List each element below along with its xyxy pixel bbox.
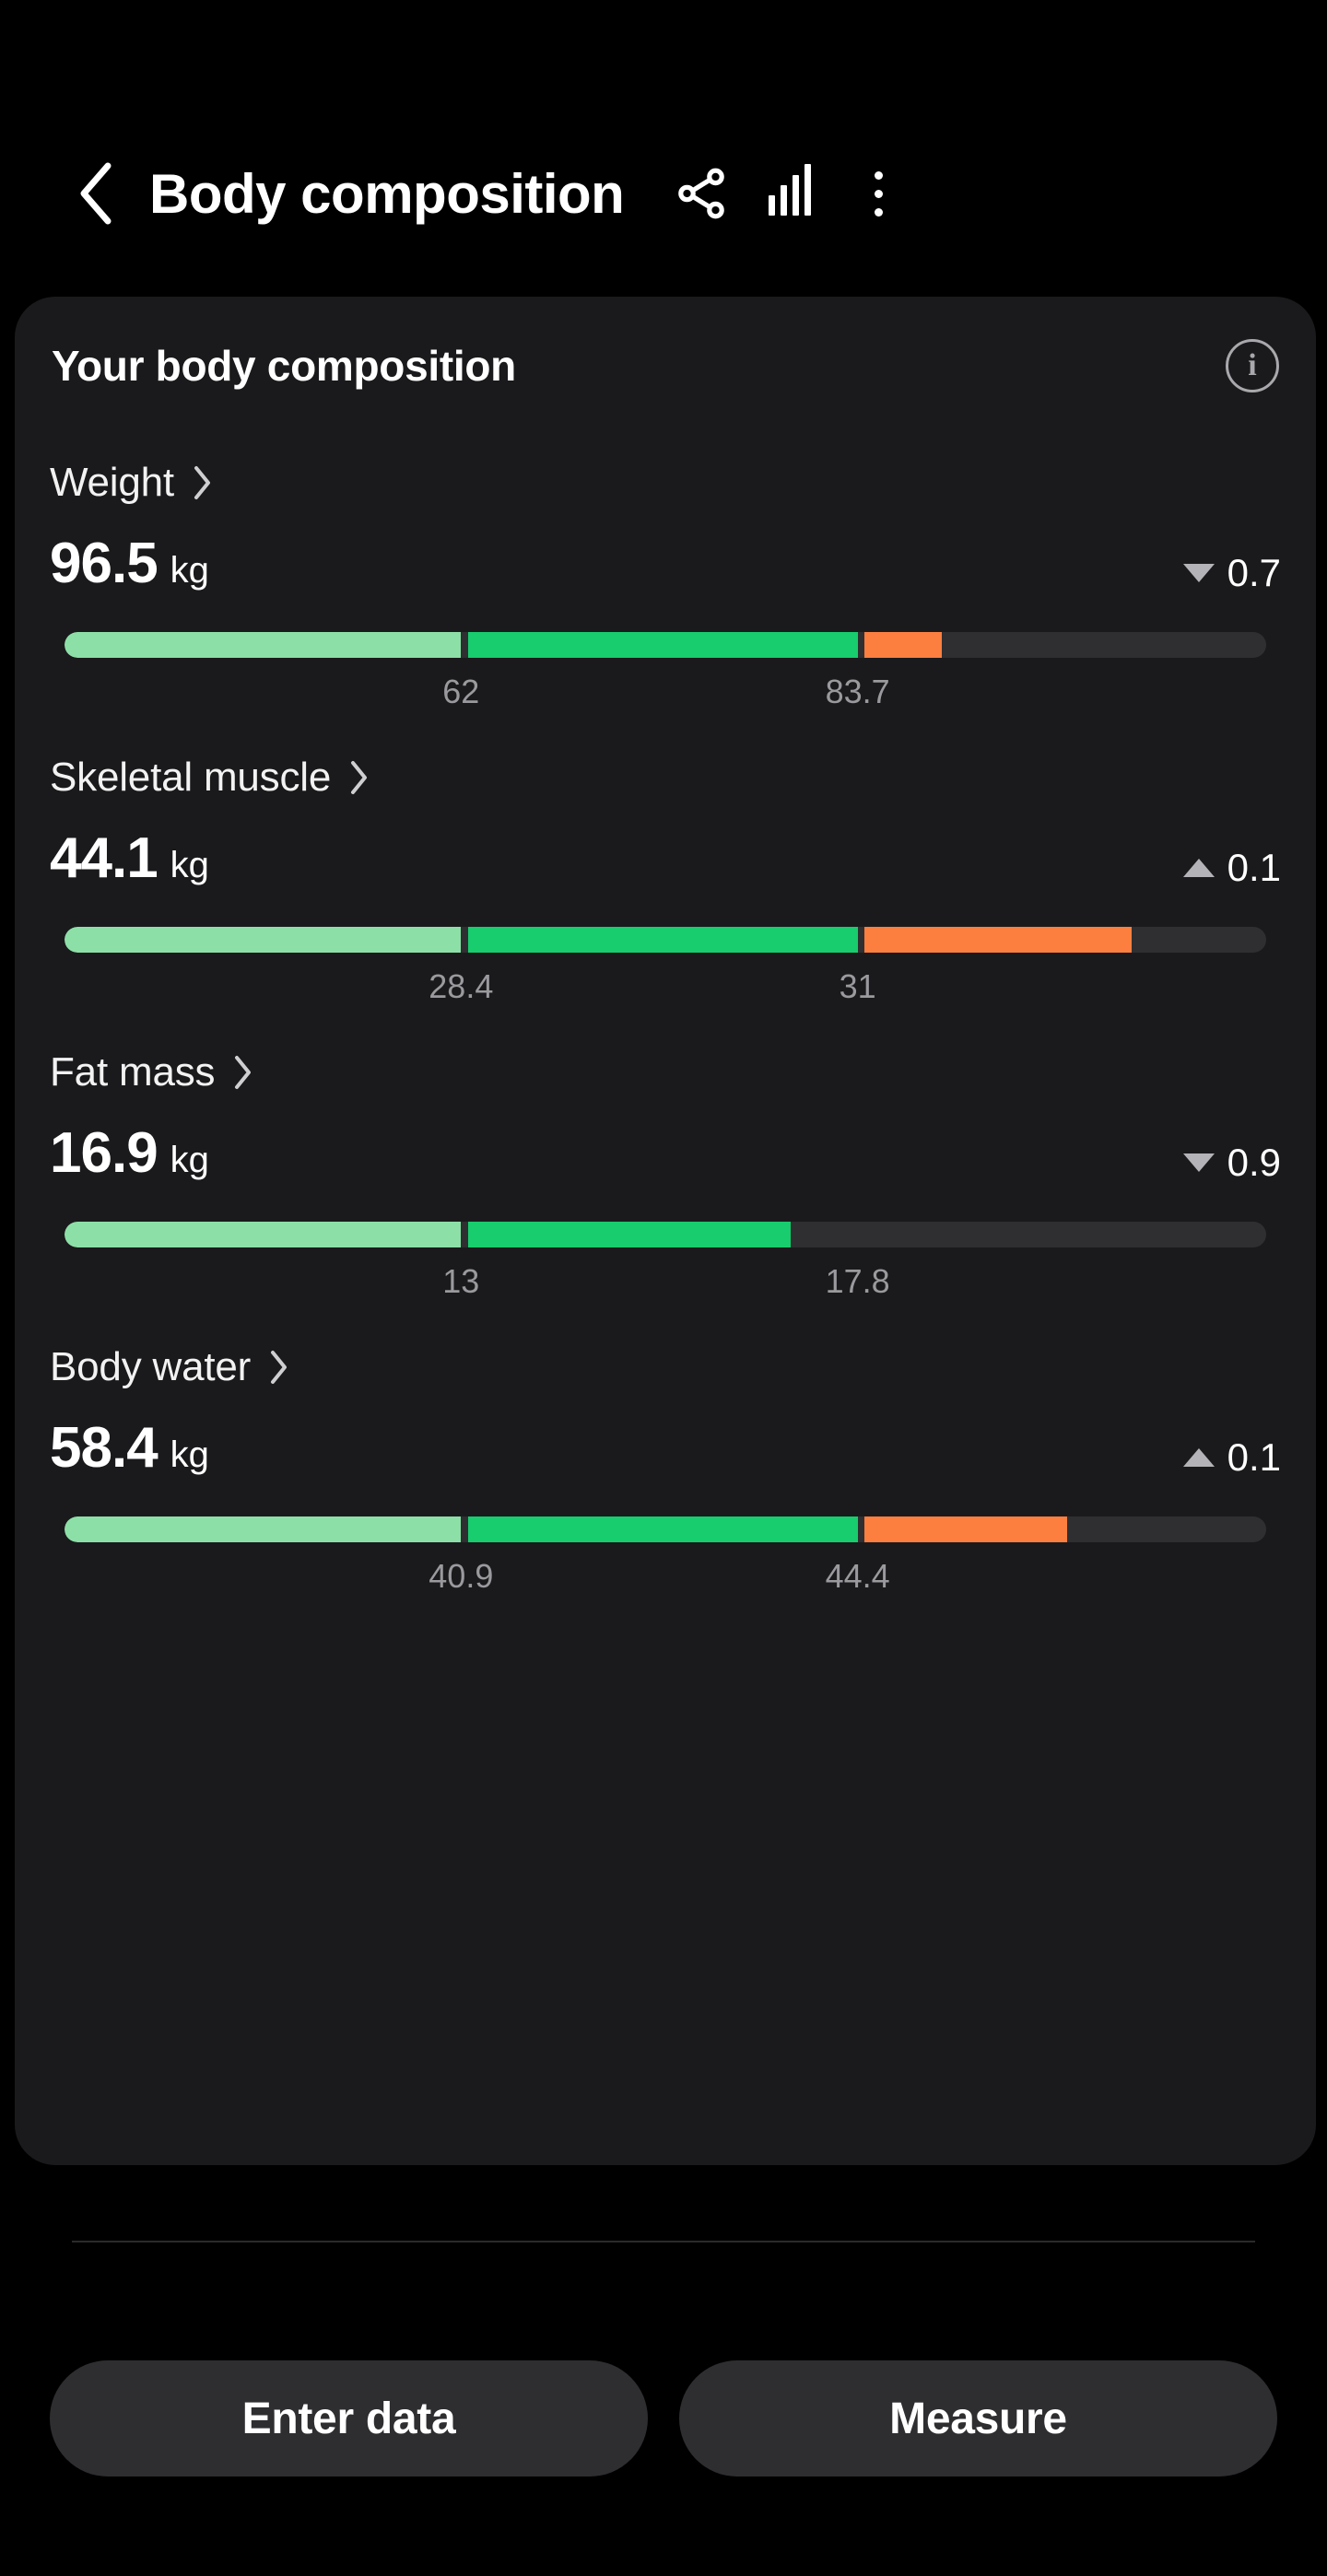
range-track [65, 927, 1266, 953]
range-segment-below-range [65, 632, 462, 658]
card-title: Your body composition [52, 342, 516, 390]
range-tick-labels: 62 83.7 [50, 658, 1281, 730]
measure-button[interactable]: Measure [679, 2360, 1277, 2476]
range-tick-labels: 13 17.8 [50, 1247, 1281, 1319]
page-title: Body composition [149, 162, 625, 225]
range-segment-below-range [65, 1222, 462, 1247]
metric-unit: kg [170, 550, 209, 591]
metric-label: Fat mass [50, 1049, 216, 1095]
range-segment-in-range [468, 927, 858, 953]
share-icon [678, 168, 725, 219]
metric-label-row[interactable]: Skeletal muscle [50, 730, 1281, 825]
footer-actions: Enter data Measure [0, 2360, 1327, 2476]
metric-label: Skeletal muscle [50, 755, 332, 800]
triangle-down-icon [1182, 1153, 1215, 1172]
share-button[interactable] [657, 149, 746, 238]
range-segment-below-range [65, 1516, 462, 1542]
enter-data-button[interactable]: Enter data [50, 2360, 648, 2476]
metric-unit: kg [170, 1140, 209, 1180]
range-tick-labels: 40.9 44.4 [50, 1542, 1281, 1614]
app-bar: Body composition [0, 111, 1327, 276]
metric-range-bar [50, 1516, 1281, 1542]
triangle-up-icon [1182, 859, 1215, 877]
metric-unit: kg [170, 1434, 209, 1475]
metric-value: 58.4 [50, 1416, 159, 1480]
chart-button[interactable] [746, 149, 834, 238]
range-tick-label: 28.4 [429, 967, 494, 1005]
triangle-down-icon [1182, 564, 1215, 582]
metric-range-bar [50, 927, 1281, 953]
range-segment-in-range [468, 1516, 858, 1542]
metric-value: 44.1 [50, 826, 159, 890]
range-segment-above-range [864, 1516, 1067, 1542]
chevron-left-icon [80, 162, 112, 225]
metric-delta-value: 0.9 [1227, 1141, 1281, 1184]
range-tick-label: 62 [442, 673, 480, 710]
metric-delta: 0.1 [1182, 1435, 1281, 1480]
info-icon[interactable]: i [1226, 339, 1279, 392]
metric-value-row: 96.5 kg 0.7 [50, 531, 1281, 626]
body-composition-screen: Body composition Your body composition i… [0, 0, 1327, 2576]
chevron-right-icon [193, 464, 213, 501]
range-tick-labels: 28.4 31 [50, 953, 1281, 1025]
range-tick-label: 40.9 [429, 1557, 494, 1595]
app-bar-actions [657, 149, 922, 238]
back-button[interactable] [72, 161, 122, 226]
range-track [65, 1516, 1266, 1542]
chevron-right-icon [269, 1349, 289, 1386]
range-segment-in-range [468, 632, 858, 658]
metric-weight: Weight 96.5 kg 0.7 62 83.7 [15, 435, 1316, 730]
metric-delta-value: 0.1 [1227, 846, 1281, 889]
metric-label: Body water [50, 1344, 252, 1389]
metric-delta-value: 0.1 [1227, 1435, 1281, 1479]
chevron-right-icon [349, 759, 370, 796]
chevron-right-icon [233, 1054, 253, 1091]
metric-value: 16.9 [50, 1121, 159, 1185]
triangle-up-icon [1182, 1448, 1215, 1467]
range-segment-above-range [864, 927, 1132, 953]
metric-body-water: Body water 58.4 kg 0.1 40.9 44.4 [15, 1319, 1316, 1614]
more-vertical-icon [874, 170, 883, 217]
range-segment-in-range [468, 1222, 791, 1247]
metric-unit: kg [170, 845, 209, 885]
range-segment-below-range [65, 927, 462, 953]
range-track [65, 632, 1266, 658]
body-composition-card: Your body composition i Weight 96.5 kg 0.7 6… [15, 297, 1316, 2165]
range-tick-label: 83.7 [825, 673, 890, 710]
footer-divider [72, 2241, 1255, 2242]
metric-range-bar [50, 632, 1281, 658]
metric-label-row[interactable]: Weight [50, 435, 1281, 531]
range-track [65, 1222, 1266, 1247]
metric-value-row: 58.4 kg 0.1 [50, 1415, 1281, 1511]
bar-chart-icon [769, 164, 812, 216]
card-header: Your body composition i [15, 297, 1316, 435]
metric-value-row: 44.1 kg 0.1 [50, 825, 1281, 921]
metric-delta: 0.9 [1182, 1141, 1281, 1185]
metric-delta-value: 0.7 [1227, 551, 1281, 594]
metric-label-row[interactable]: Fat mass [50, 1025, 1281, 1120]
metric-value: 96.5 [50, 532, 159, 595]
metric-label-row[interactable]: Body water [50, 1319, 1281, 1415]
metric-label: Weight [50, 460, 174, 505]
metric-value-row: 16.9 kg 0.9 [50, 1120, 1281, 1216]
metric-list: Weight 96.5 kg 0.7 62 83.7 Skeletal muscle 44.1… [15, 435, 1316, 1614]
more-options-button[interactable] [834, 149, 922, 238]
range-tick-label: 13 [442, 1262, 480, 1300]
range-segment-above-range [864, 632, 942, 658]
metric-fat-mass: Fat mass 16.9 kg 0.9 13 17.8 [15, 1025, 1316, 1319]
range-tick-label: 17.8 [825, 1262, 890, 1300]
metric-delta: 0.1 [1182, 846, 1281, 890]
range-tick-label: 44.4 [825, 1557, 890, 1595]
range-tick-label: 31 [839, 967, 876, 1005]
metric-range-bar [50, 1222, 1281, 1247]
metric-delta: 0.7 [1182, 551, 1281, 595]
metric-skeletal-muscle: Skeletal muscle 44.1 kg 0.1 28.4 31 [15, 730, 1316, 1025]
